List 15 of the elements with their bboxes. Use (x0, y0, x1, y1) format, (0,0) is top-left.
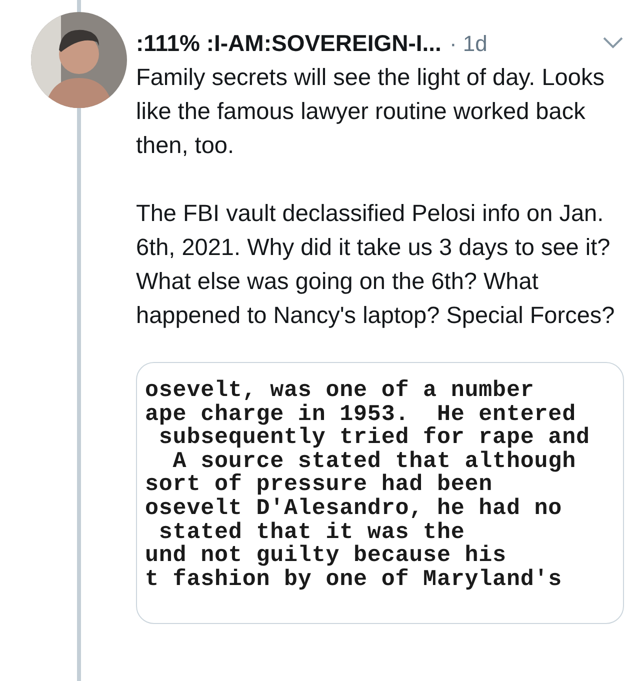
timestamp[interactable]: · 1d (449, 26, 488, 60)
tweet-text: The FBI vault declassified Pelosi info on Jan. 6th, 2021. Why did it take us 3 days to see it? What else was going on the 6th? What happened to Nancy's laptop? Special Forces? (136, 199, 616, 330)
document-line: stated that it was the (158, 520, 466, 544)
document-line: osevelt D'Alesandro, he had no (145, 496, 564, 521)
document-line: sort of pressure had been (145, 473, 493, 497)
author-name[interactable]: :111% :I-AM:SOVEREIGN-I... (136, 26, 442, 60)
attached-image[interactable] (136, 362, 624, 624)
document-line: osevelt, was one of a number (145, 379, 536, 403)
chevron-down-icon[interactable] (602, 36, 624, 50)
document-line: ape charge in 1953. He entered (145, 402, 576, 426)
document-line: subsequently tried for rape and (158, 426, 591, 450)
document-line: und not guilty because his (145, 544, 508, 568)
document-line: t fashion by one of Maryland's (145, 568, 564, 592)
document-line: A source stated that although (172, 450, 577, 474)
tweet-text: Family secrets will see the light of day. Looks like the famous lawyer routine worked back then, too. (136, 63, 606, 160)
